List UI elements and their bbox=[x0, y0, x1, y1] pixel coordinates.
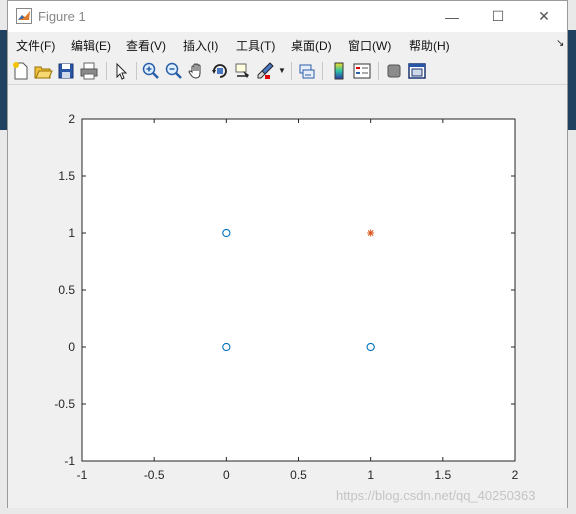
menu-desktop[interactable]: 桌面(D) bbox=[291, 37, 332, 54]
y-tick-label: 1.5 bbox=[58, 169, 75, 183]
toolbar-separator bbox=[291, 62, 292, 80]
dock-arrow-icon[interactable]: ↘ bbox=[556, 38, 564, 49]
figure-toolbar: ▼ bbox=[8, 58, 567, 85]
y-tick-label: -1 bbox=[64, 454, 75, 468]
pan-icon[interactable] bbox=[187, 61, 207, 81]
figure-canvas[interactable]: -1 -0.5 0 0.5 1 1.5 2 2 1.5 1 0.5 0 -0.5 -1 bbox=[8, 85, 567, 508]
x-tick-label: 0.5 bbox=[290, 468, 307, 482]
open-file-icon[interactable] bbox=[33, 61, 53, 81]
link-plot-icon[interactable] bbox=[297, 61, 317, 81]
x-tick-label: -1 bbox=[77, 468, 88, 482]
y-tick-label: 0 bbox=[68, 340, 75, 354]
x-tick-label: 0 bbox=[223, 468, 230, 482]
toolbar-separator bbox=[106, 62, 107, 80]
title-bar[interactable]: Figure 1 — ☐ ✕ bbox=[8, 1, 567, 32]
print-icon[interactable] bbox=[79, 61, 99, 81]
minimize-button[interactable]: — bbox=[429, 1, 475, 32]
y-tick-label: 0.5 bbox=[58, 283, 75, 297]
close-button[interactable]: ✕ bbox=[521, 1, 567, 32]
menu-help[interactable]: 帮助(H) bbox=[409, 37, 450, 54]
rotate-3d-icon[interactable] bbox=[210, 61, 230, 81]
toolbar-separator bbox=[378, 62, 379, 80]
zoom-out-icon[interactable] bbox=[164, 61, 184, 81]
legend-icon[interactable] bbox=[352, 61, 372, 81]
brush-icon[interactable] bbox=[256, 61, 276, 81]
x-tick-label: 1.5 bbox=[434, 468, 451, 482]
maximize-icon: ☐ bbox=[491, 8, 505, 24]
matlab-icon bbox=[16, 8, 32, 24]
pointer-icon[interactable] bbox=[111, 61, 131, 81]
x-tick-label: 2 bbox=[512, 468, 519, 482]
close-icon: ✕ bbox=[538, 8, 550, 24]
show-plot-tools-icon[interactable] bbox=[407, 61, 427, 81]
watermark-text: https://blog.csdn.net/qq_40250363 bbox=[336, 488, 536, 503]
x-tick-label: 1 bbox=[367, 468, 374, 482]
menu-tools[interactable]: 工具(T) bbox=[236, 37, 275, 54]
toolbar-separator bbox=[136, 62, 137, 80]
axes-box bbox=[81, 118, 516, 462]
menu-window[interactable]: 窗口(W) bbox=[348, 37, 391, 54]
window-title: Figure 1 bbox=[38, 9, 86, 24]
new-figure-icon[interactable] bbox=[11, 61, 31, 81]
star-marker bbox=[367, 229, 375, 237]
brush-dropdown-icon[interactable]: ▼ bbox=[278, 66, 286, 75]
colorbar-icon[interactable] bbox=[329, 61, 349, 81]
y-tick-label: 1 bbox=[68, 226, 75, 240]
hide-plot-tools-icon[interactable] bbox=[384, 61, 404, 81]
x-tick-label: -0.5 bbox=[144, 468, 165, 482]
y-tick-label: 2 bbox=[68, 112, 75, 126]
minimize-icon: — bbox=[445, 8, 459, 25]
menu-bar: 文件(F) 编辑(E) 查看(V) 插入(I) 工具(T) 桌面(D) 窗口(W… bbox=[8, 33, 567, 57]
menu-edit[interactable]: 编辑(E) bbox=[71, 37, 111, 54]
save-icon[interactable] bbox=[56, 61, 76, 81]
axes-plot[interactable]: -1 -0.5 0 0.5 1 1.5 2 2 1.5 1 0.5 0 -0.5 -1 bbox=[8, 85, 567, 508]
menu-insert[interactable]: 插入(I) bbox=[183, 37, 218, 54]
zoom-in-icon[interactable] bbox=[141, 61, 161, 81]
figure-window: Figure 1 — ☐ ✕ 文件(F) 编辑(E) 查看(V) 插入(I) 工… bbox=[7, 0, 568, 508]
data-cursor-icon[interactable] bbox=[233, 61, 253, 81]
menu-view[interactable]: 查看(V) bbox=[126, 37, 166, 54]
menu-file[interactable]: 文件(F) bbox=[16, 37, 55, 54]
toolbar-separator bbox=[322, 62, 323, 80]
maximize-button[interactable]: ☐ bbox=[475, 1, 521, 32]
y-tick-label: -0.5 bbox=[54, 397, 75, 411]
